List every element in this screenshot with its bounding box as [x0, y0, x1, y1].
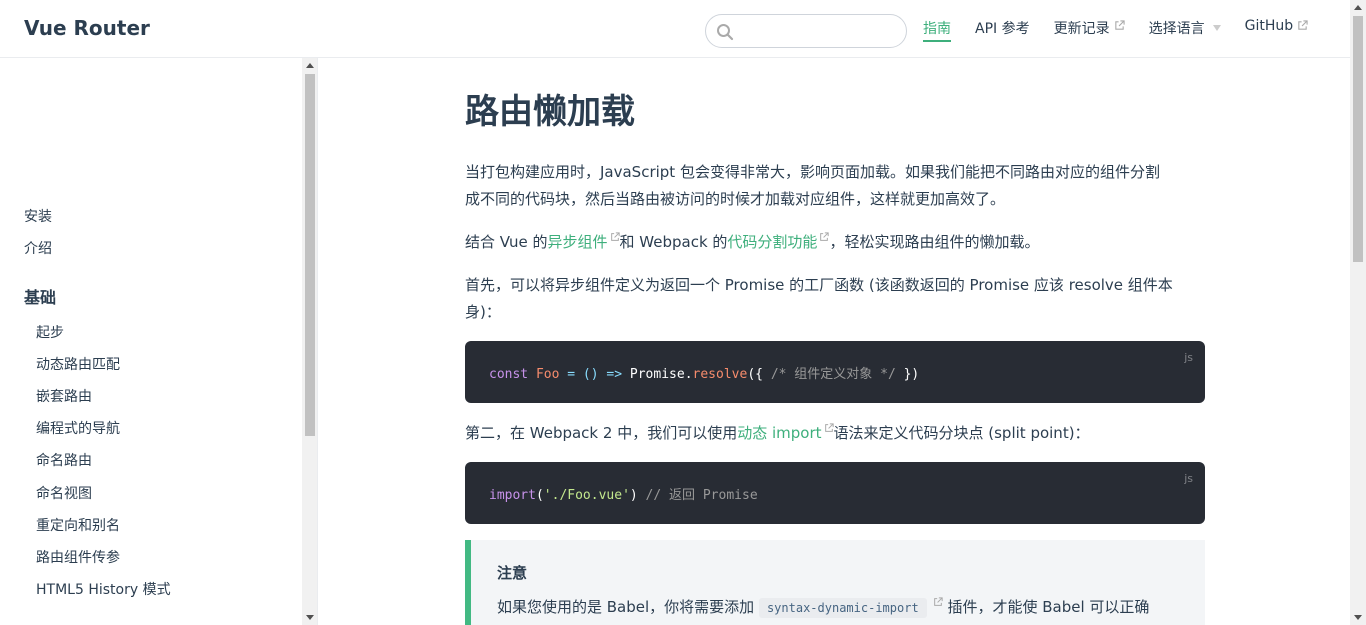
code-line: import('./Foo.vue') // 返回 Promise — [489, 484, 758, 503]
nav-language-dropdown[interactable]: 选择语言 — [1149, 18, 1221, 42]
sidebar-item-install[interactable]: 安装 — [24, 206, 52, 226]
sidebar-item[interactable]: 命名视图 — [36, 483, 92, 503]
sidebar-item[interactable]: 起步 — [36, 322, 64, 342]
text: 语法来定义代码分块点 (split point)： — [833, 424, 1090, 442]
code-token: ({ — [747, 367, 771, 382]
code-token: const — [489, 367, 529, 382]
search-box[interactable] — [705, 14, 907, 48]
sidebar: 安装 介绍 基础 起步 动态路由匹配 嵌套路由 编程式的导航 命名路由 命名视图… — [0, 58, 318, 625]
code-token: Foo — [535, 367, 560, 382]
sidebar-item[interactable]: 编程式的导航 — [36, 418, 120, 438]
search-input[interactable] — [740, 19, 900, 43]
code-token: . — [684, 367, 693, 382]
scroll-down-icon[interactable] — [1354, 615, 1362, 620]
chevron-down-icon — [1212, 25, 1221, 31]
code-splitting-link[interactable]: 代码分割功能 — [727, 233, 817, 251]
sidebar-group-basics[interactable]: 基础 — [24, 284, 56, 308]
nav-changelog-label: 更新记录 — [1053, 21, 1110, 37]
nav-links: 指南 API 参考 更新记录 选择语言 GitHub — [923, 18, 1308, 42]
code-token: }) — [895, 367, 920, 382]
main-scroll-thumb[interactable] — [1353, 16, 1363, 262]
sidebar-scroll-thumb[interactable] — [305, 74, 315, 436]
site-name[interactable]: Vue Router — [24, 16, 150, 40]
sidebar-item[interactable]: 路由组件传参 — [36, 547, 120, 567]
dynamic-import-link[interactable]: 动态 import — [737, 424, 821, 442]
sidebar-item[interactable]: 命名路由 — [36, 450, 92, 470]
nav-guide-label: 指南 — [923, 21, 951, 37]
nav-api[interactable]: API 参考 — [975, 18, 1030, 42]
code-lang-label: js — [1184, 351, 1193, 364]
paragraph-intro: 当打包构建应用时，JavaScript 包会变得非常大，影响页面加载。如果我们能… — [465, 159, 1205, 213]
inline-code: syntax-dynamic-import — [758, 598, 927, 618]
scroll-down-icon[interactable] — [306, 615, 314, 620]
sidebar-item[interactable]: 嵌套路由 — [36, 386, 92, 406]
code-block: js import('./Foo.vue') // 返回 Promise — [465, 462, 1205, 524]
nav-changelog[interactable]: 更新记录 — [1054, 18, 1125, 42]
page-title: 路由懒加载 — [465, 92, 635, 132]
external-link-icon — [933, 597, 943, 606]
code-token: // 返回 Promise — [645, 488, 758, 503]
external-link-icon — [824, 423, 834, 432]
text: 插件，才能使 Babel 可以正确 — [942, 598, 1150, 616]
paragraph-combine: 结合 Vue 的异步组件和 Webpack 的代码分割功能 ，轻松实现路由组件的懒… — [465, 229, 1205, 256]
search-icon — [717, 24, 734, 41]
code-token: ( — [535, 488, 544, 503]
code-token: resolve — [692, 367, 748, 382]
code-block: js const Foo = () => Promise.resolve({ /… — [465, 341, 1205, 403]
code-token: './Foo.vue' — [543, 488, 630, 503]
paragraph-line: 成不同的代码块，然后当路由被访问的时候才加载对应组件，这样就更加高效了。 — [465, 190, 1006, 208]
text: 结合 Vue 的 — [465, 233, 548, 251]
nav-github-label: GitHub — [1244, 18, 1294, 34]
text: ，轻松实现路由组件的懒加载。 — [829, 233, 1040, 251]
paragraph-second: 第二，在 Webpack 2 中，我们可以使用动态 import 语法来定义代码分… — [465, 420, 1205, 447]
external-link-icon — [1298, 20, 1308, 30]
code-line: const Foo = () => Promise.resolve({ /* 组… — [489, 363, 919, 382]
code-token: Promise — [629, 367, 685, 382]
paragraph-line: 当打包构建应用时，JavaScript 包会变得非常大，影响页面加载。如果我们能… — [465, 163, 1160, 181]
sidebar-scrollbar[interactable] — [302, 58, 317, 625]
text: 如果您使用的是 Babel，你将需要添加 — [497, 598, 759, 616]
scroll-up-icon[interactable] — [306, 63, 314, 68]
code-token: = () => — [559, 367, 630, 382]
external-link-icon — [610, 232, 620, 241]
sidebar-item[interactable]: 重定向和别名 — [36, 515, 120, 535]
async-components-link[interactable]: 异步组件 — [548, 233, 608, 251]
paragraph-first: 首先，可以将异步组件定义为返回一个 Promise 的工厂函数 (该函数返回的 … — [465, 272, 1205, 326]
paragraph-line: 首先，可以将异步组件定义为返回一个 Promise 的工厂函数 (该函数返回的 … — [465, 276, 1173, 294]
external-link-icon — [820, 232, 830, 241]
nav-guide[interactable]: 指南 — [923, 18, 951, 42]
scroll-up-icon[interactable] — [1354, 5, 1362, 10]
code-lang-label: js — [1184, 472, 1193, 485]
sidebar-item[interactable]: 动态路由匹配 — [36, 354, 120, 374]
navbar: Vue Router 指南 API 参考 更新记录 选择语言 GitHub — [0, 0, 1350, 58]
text: 第二，在 Webpack 2 中，我们可以使用 — [465, 424, 738, 442]
tip-text: 如果您使用的是 Babel，你将需要添加 syntax-dynamic-impo… — [497, 596, 1150, 618]
nav-github[interactable]: GitHub — [1245, 18, 1309, 42]
sidebar-item[interactable]: HTML5 History 模式 — [36, 579, 171, 599]
code-token: ) — [629, 488, 646, 503]
tip-title: 注意 — [497, 564, 528, 582]
external-link-icon — [1114, 20, 1125, 30]
code-token: /* 组件定义对象 */ — [770, 367, 896, 382]
nav-api-label: API 参考 — [975, 21, 1030, 37]
sidebar-item-intro[interactable]: 介绍 — [24, 238, 52, 258]
main-scrollbar[interactable] — [1350, 0, 1366, 625]
text: 和 Webpack 的 — [619, 233, 728, 251]
paragraph-line: 身)： — [465, 303, 501, 321]
code-token: import — [489, 488, 536, 503]
nav-language-label: 选择语言 — [1148, 21, 1205, 37]
tip-box: 注意 如果您使用的是 Babel，你将需要添加 syntax-dynamic-i… — [465, 540, 1205, 625]
